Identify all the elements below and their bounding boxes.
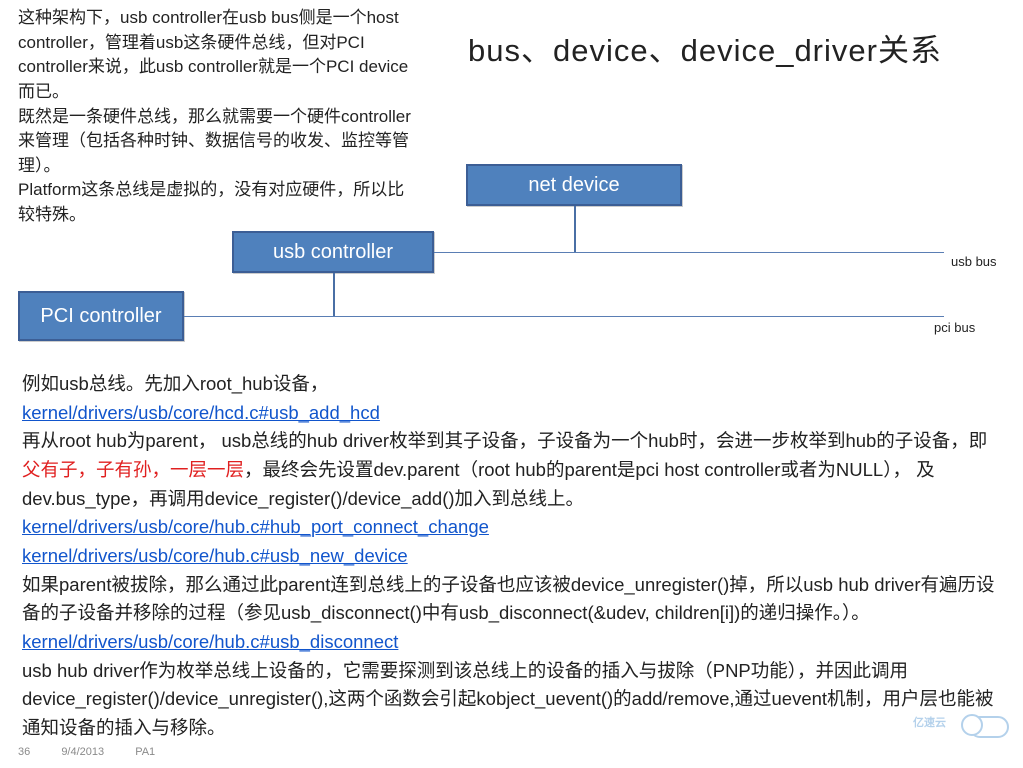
box-net-device-label: net device [528, 174, 619, 197]
body-line-1: 例如usb总线。先加入root_hub设备， [22, 370, 1000, 399]
box-pci-controller: PCI controller [18, 291, 184, 341]
box-pci-controller-label: PCI controller [40, 305, 161, 328]
body-line-4: usb hub driver作为枚举总线上设备的，它需要探测到该总线上的设备的插… [22, 657, 1000, 743]
body-text: 例如usb总线。先加入root_hub设备， kernel/drivers/us… [22, 370, 1000, 743]
body-line-2: 再从root hub为parent， usb总线的hub driver枚举到其子… [22, 427, 1000, 513]
intro-p1: 这种架构下，usb controller在usb bus侧是一个host con… [18, 6, 418, 105]
box-net-device: net device [466, 164, 682, 206]
usb-controller-connector [333, 273, 335, 316]
usb-bus-label: usb bus [951, 254, 997, 269]
intro-p3: Platform这条总线是虚拟的，没有对应硬件，所以比较特殊。 [18, 178, 418, 227]
net-device-connector [574, 206, 576, 252]
link-usb-add-hcd[interactable]: kernel/drivers/usb/core/hcd.c#usb_add_hc… [22, 402, 380, 423]
footer-page: 36 [18, 746, 30, 758]
usb-bus-line [434, 252, 944, 253]
body-line-2-red: 父有子，子有孙，一层一层 [22, 459, 244, 480]
link-hub-port-connect-change[interactable]: kernel/drivers/usb/core/hub.c#hub_port_c… [22, 516, 489, 537]
link-usb-disconnect[interactable]: kernel/drivers/usb/core/hub.c#usb_discon… [22, 631, 398, 652]
page-title: bus、device、device_driver关系 [468, 25, 942, 70]
body-line-3: 如果parent被拔除，那么通过此parent连到总线上的子设备也应该被devi… [22, 571, 1000, 628]
pci-bus-label: pci bus [934, 320, 975, 335]
footer: 36 9/4/2013 PA1 [18, 746, 183, 758]
box-usb-controller: usb controller [232, 231, 434, 273]
footer-tag: PA1 [135, 746, 155, 758]
watermark-text: 亿速云 [913, 714, 946, 730]
pci-bus-line [184, 316, 944, 317]
intro-p2: 既然是一条硬件总线，那么就需要一个硬件controller来管理（包括各种时钟、… [18, 105, 418, 179]
footer-date: 9/4/2013 [61, 746, 104, 758]
watermark-logo: 亿速云 [945, 708, 1009, 738]
body-line-2a: 再从root hub为parent， usb总线的hub driver枚举到其子… [22, 430, 987, 451]
link-usb-new-device[interactable]: kernel/drivers/usb/core/hub.c#usb_new_de… [22, 545, 408, 566]
intro-text: 这种架构下，usb controller在usb bus侧是一个host con… [18, 6, 418, 228]
box-usb-controller-label: usb controller [273, 241, 393, 264]
